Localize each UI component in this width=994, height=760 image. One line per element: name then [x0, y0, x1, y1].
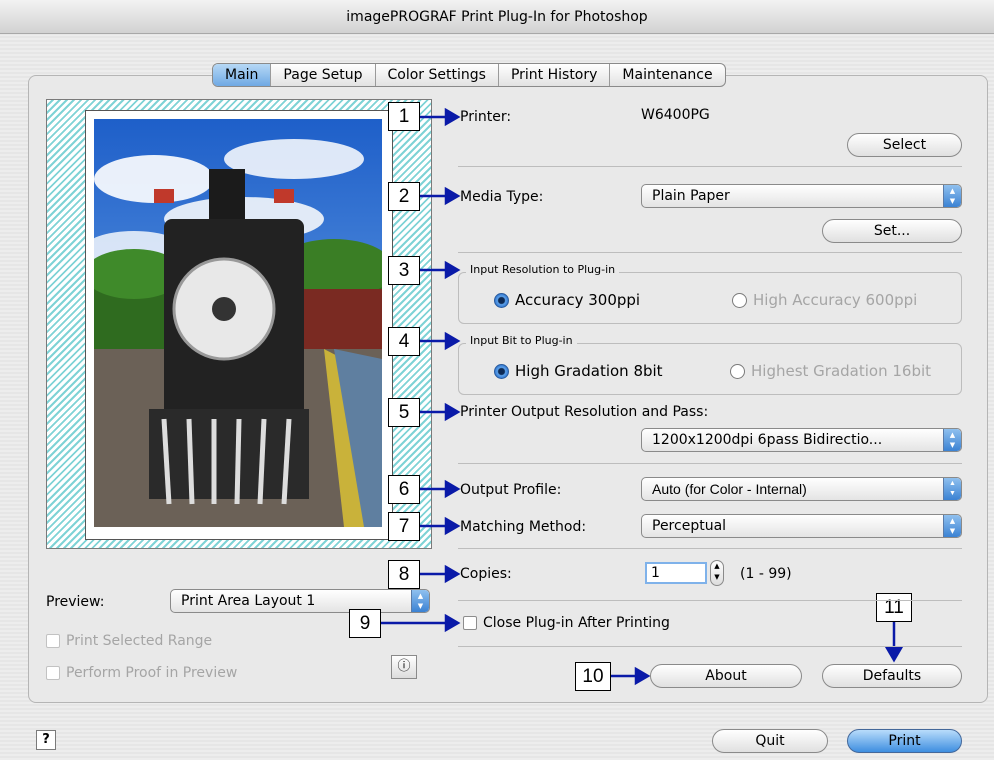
output-profile-select[interactable]: Auto (for Color - Internal) ▲ ▼	[641, 477, 962, 501]
radio-accuracy-300[interactable]: Accuracy 300ppi	[494, 291, 640, 309]
separator	[458, 600, 962, 601]
help-icon[interactable]: ?	[36, 730, 56, 750]
print-button[interactable]: Print	[847, 729, 962, 753]
separator	[458, 166, 962, 167]
radio-high-accuracy-600-label: High Accuracy 600ppi	[753, 291, 918, 309]
set-button[interactable]: Set...	[822, 219, 962, 243]
input-bit-legend: Input Bit to Plug-in	[466, 334, 577, 347]
media-type-select[interactable]: Plain Paper ▲ ▼	[641, 184, 962, 208]
radio-highest-gradation-16bit-label: Highest Gradation 16bit	[751, 362, 932, 380]
about-button[interactable]: About	[650, 664, 802, 688]
radio-high-gradation-8bit-label: High Gradation 8bit	[515, 362, 663, 380]
separator	[458, 548, 962, 549]
output-profile-value: Auto (for Color - Internal)	[652, 481, 807, 497]
quit-button[interactable]: Quit	[712, 729, 828, 753]
separator	[458, 252, 962, 253]
copies-stepper[interactable]: ▲ ▼	[710, 560, 724, 586]
media-type-label: Media Type:	[460, 189, 544, 205]
popup-arrows-icon: ▲ ▼	[943, 515, 961, 537]
matching-method-select[interactable]: Perceptual ▲ ▼	[641, 514, 962, 538]
output-resolution-select[interactable]: 1200x1200dpi 6pass Bidirectio... ▲ ▼	[641, 428, 962, 452]
copies-label: Copies:	[460, 566, 512, 582]
printer-label: Printer:	[460, 109, 512, 125]
radio-selected-icon	[494, 292, 509, 308]
output-profile-label: Output Profile:	[460, 482, 562, 498]
popup-arrows-icon: ▲ ▼	[943, 429, 961, 451]
printer-value: W6400PG	[641, 107, 710, 123]
copies-range: (1 - 99)	[740, 566, 792, 582]
matching-method-label: Matching Method:	[460, 519, 587, 535]
close-after-printing-label: Close Plug-in After Printing	[483, 615, 670, 631]
radio-selected-icon	[494, 363, 509, 379]
output-resolution-value: 1200x1200dpi 6pass Bidirectio...	[652, 432, 883, 448]
radio-high-gradation-8bit[interactable]: High Gradation 8bit	[494, 362, 663, 380]
media-type-value: Plain Paper	[652, 188, 730, 204]
radio-accuracy-300-label: Accuracy 300ppi	[515, 291, 641, 309]
select-button[interactable]: Select	[847, 133, 962, 157]
checkbox-box	[463, 616, 477, 630]
radio-empty-icon	[732, 292, 747, 308]
separator	[458, 463, 962, 464]
close-after-printing-checkbox[interactable]: Close Plug-in After Printing	[463, 615, 670, 631]
radio-empty-icon	[730, 363, 745, 379]
output-resolution-label: Printer Output Resolution and Pass:	[460, 404, 709, 420]
matching-method-value: Perceptual	[652, 518, 727, 534]
popup-arrows-icon: ▲ ▼	[943, 478, 961, 500]
input-resolution-legend: Input Resolution to Plug-in	[466, 263, 620, 276]
popup-arrows-icon: ▲ ▼	[943, 185, 961, 207]
radio-high-accuracy-600[interactable]: High Accuracy 600ppi	[732, 291, 917, 309]
copies-input[interactable]: 1	[645, 562, 707, 584]
defaults-button[interactable]: Defaults	[822, 664, 962, 688]
radio-highest-gradation-16bit[interactable]: Highest Gradation 16bit	[730, 362, 931, 380]
separator	[458, 646, 962, 647]
